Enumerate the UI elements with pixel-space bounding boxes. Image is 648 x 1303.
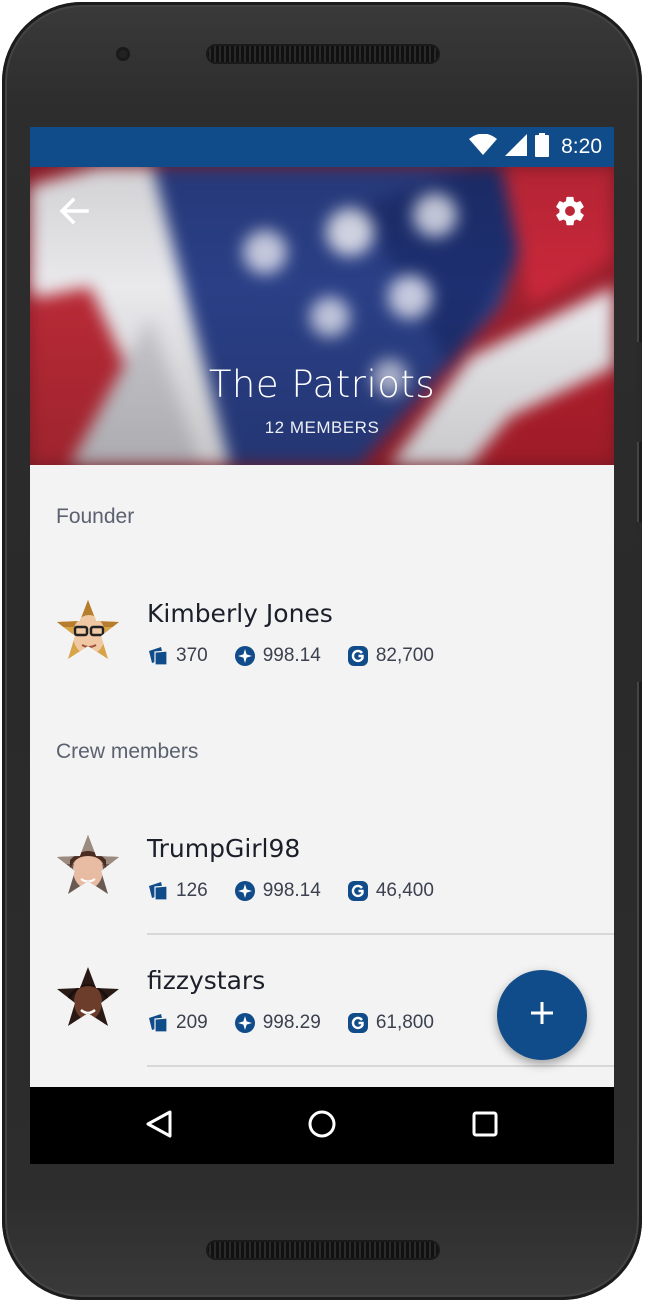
nav-recents-button[interactable] xyxy=(464,1105,506,1147)
gear-icon xyxy=(553,194,587,233)
nav-back-button[interactable] xyxy=(138,1105,180,1147)
star-badge-icon xyxy=(234,1012,256,1034)
signal-icon xyxy=(505,133,528,161)
nav-home-button[interactable] xyxy=(301,1105,343,1147)
cards-stat: 209 xyxy=(147,1012,208,1034)
top-speaker xyxy=(206,44,440,64)
member-name: TrumpGirl98 xyxy=(147,834,301,863)
circle-home-icon xyxy=(307,1109,337,1144)
founder-section-label: Founder xyxy=(56,505,135,528)
arrow-left-icon xyxy=(59,197,89,230)
score-value: 998.14 xyxy=(262,645,321,666)
star-badge-icon xyxy=(234,880,256,902)
battery-icon xyxy=(535,132,550,162)
g-coin-icon xyxy=(347,645,369,667)
avatar xyxy=(57,835,119,894)
coins-stat: 46,400 xyxy=(347,880,434,902)
bottom-speaker xyxy=(206,1240,440,1260)
plus-icon xyxy=(529,1000,555,1031)
score-stat: 998.14 xyxy=(234,645,321,667)
member-count: 12 MEMBERS xyxy=(264,418,380,437)
coins-value: 46,400 xyxy=(375,880,434,901)
back-button[interactable] xyxy=(54,193,94,233)
member-name: Kimberly Jones xyxy=(147,599,333,628)
score-value: 998.14 xyxy=(262,880,321,901)
triangle-back-icon xyxy=(145,1109,173,1144)
cards-stat: 370 xyxy=(147,645,208,667)
member-stats: 209 998.29 61,800 xyxy=(147,1011,460,1035)
add-member-button[interactable] xyxy=(497,970,587,1060)
g-coin-icon xyxy=(347,1012,369,1034)
front-camera xyxy=(116,47,130,61)
score-stat: 998.14 xyxy=(234,880,321,902)
member-stats: 370 998.14 82,700 xyxy=(147,644,460,668)
group-title: The Patriots xyxy=(208,363,436,406)
cards-icon xyxy=(147,645,169,667)
crew-member-row[interactable]: TrumpGirl98 126 998.14 46,400 xyxy=(30,822,614,932)
crew-section-label: Crew members xyxy=(56,740,199,763)
cards-icon xyxy=(147,880,169,902)
row-divider xyxy=(147,1065,614,1067)
star-badge-icon xyxy=(234,645,256,667)
coins-stat: 82,700 xyxy=(347,645,434,667)
status-time: 8:20 xyxy=(561,135,602,158)
square-recents-icon xyxy=(471,1110,499,1143)
member-name: fizzystars xyxy=(147,966,266,995)
cards-icon xyxy=(147,1012,169,1034)
wifi-icon xyxy=(469,133,498,161)
app-screen: 8:20 The Patriots 12 MEMBERS Founder Kim… xyxy=(30,127,614,1164)
cards-value: 209 xyxy=(176,1012,208,1033)
g-coin-icon xyxy=(347,880,369,902)
cards-stat: 126 xyxy=(147,880,208,902)
system-nav-bar xyxy=(30,1087,614,1164)
settings-button[interactable] xyxy=(550,193,590,233)
power-button xyxy=(636,342,642,442)
member-stats: 126 998.14 46,400 xyxy=(147,879,460,903)
volume-button xyxy=(636,522,642,682)
score-stat: 998.29 xyxy=(234,1012,321,1034)
founder-row[interactable]: Kimberly Jones 370 998.14 82,700 xyxy=(30,587,614,697)
coins-value: 61,800 xyxy=(375,1012,434,1033)
cards-value: 370 xyxy=(176,645,208,666)
row-divider xyxy=(147,933,614,935)
coins-value: 82,700 xyxy=(375,645,434,666)
cards-value: 126 xyxy=(176,880,208,901)
coins-stat: 61,800 xyxy=(347,1012,434,1034)
avatar xyxy=(57,967,119,1026)
score-value: 998.29 xyxy=(262,1012,321,1033)
status-bar: 8:20 xyxy=(30,127,614,167)
group-header: The Patriots 12 MEMBERS xyxy=(30,167,614,465)
avatar xyxy=(57,600,119,659)
